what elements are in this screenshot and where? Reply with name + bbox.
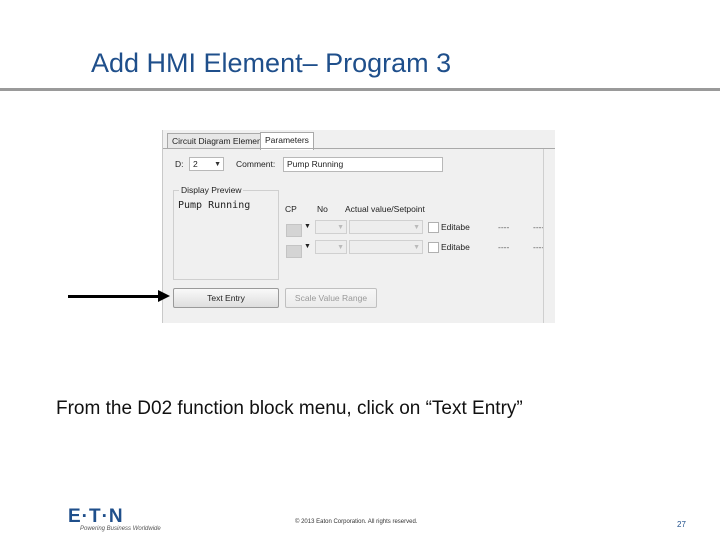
actual-value-select[interactable]: ▼ [349, 240, 423, 254]
scale-value-range-button[interactable]: Scale Value Range [285, 288, 377, 308]
tab-circuit-diagram-element[interactable]: Circuit Diagram Element [167, 133, 270, 149]
editable-label: Editabe [441, 242, 470, 252]
pointer-arrow-line [68, 295, 162, 298]
no-select[interactable]: ▼ [315, 240, 347, 254]
comment-label: Comment: [236, 159, 276, 169]
chevron-down-icon: ▼ [337, 224, 344, 231]
d-select-value: 2 [193, 159, 198, 169]
chevron-down-icon: ▼ [413, 244, 420, 251]
display-preview-group: Display Preview Pump Running [173, 185, 279, 280]
tab-divider-line [163, 148, 555, 149]
panel-divider [543, 149, 544, 323]
display-preview-text: Pump Running [178, 200, 251, 211]
actual-value-select[interactable]: ▼ [349, 220, 423, 234]
column-header-actual-value: Actual value/Setpoint [345, 204, 425, 214]
chevron-down-icon[interactable]: ▼ [304, 223, 311, 230]
slide-title: Add HMI Element– Program 3 [91, 48, 452, 78]
chevron-down-icon: ▼ [214, 161, 221, 168]
title-rule [0, 88, 720, 91]
cp-color-swatch[interactable] [286, 224, 302, 237]
cp-color-swatch[interactable] [286, 245, 302, 258]
column-header-no: No [317, 204, 328, 214]
editable-checkbox[interactable] [428, 222, 439, 233]
range-min-placeholder: ---- [498, 222, 510, 232]
eaton-logo: E·T·N [68, 506, 124, 527]
logo-tagline: Powering Business Worldwide [80, 526, 161, 532]
copyright-text: © 2013 Eaton Corporation. All rights res… [295, 519, 418, 525]
editable-checkbox[interactable] [428, 242, 439, 253]
no-select[interactable]: ▼ [315, 220, 347, 234]
editable-label: Editabe [441, 222, 470, 232]
dialog-screenshot: Circuit Diagram Element Parameters D: 2 … [162, 130, 555, 323]
comment-input[interactable]: Pump Running [283, 157, 443, 172]
chevron-down-icon[interactable]: ▼ [304, 243, 311, 250]
d-label: D: [175, 159, 184, 169]
column-header-cp: CP [285, 204, 297, 214]
chevron-down-icon: ▼ [337, 244, 344, 251]
range-min-placeholder: ---- [498, 242, 510, 252]
chevron-down-icon: ▼ [413, 224, 420, 231]
display-preview-title: Display Preview [179, 185, 244, 195]
page-number: 27 [677, 520, 686, 529]
pointer-arrow-head [158, 290, 170, 302]
d-select[interactable]: 2 ▼ [189, 157, 224, 171]
instruction-caption: From the D02 function block menu, click … [56, 398, 523, 419]
text-entry-button[interactable]: Text Entry [173, 288, 279, 308]
